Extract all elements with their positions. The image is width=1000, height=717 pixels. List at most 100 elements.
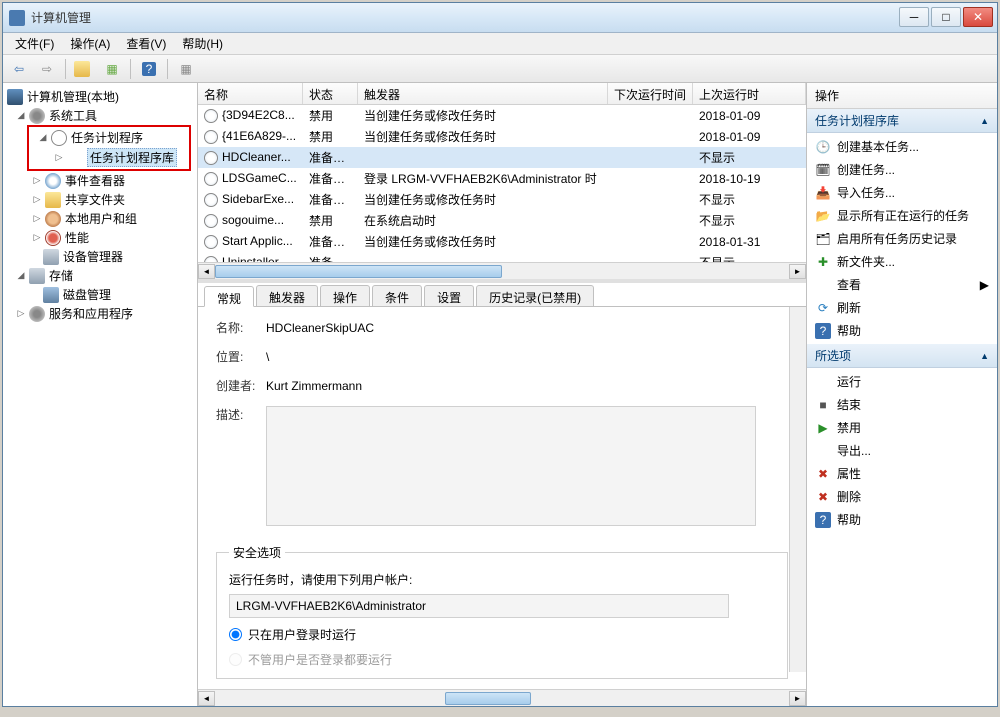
col-status[interactable]: 状态 — [303, 83, 358, 104]
expander-icon[interactable]: ▷ — [15, 308, 27, 320]
description-textarea[interactable] — [266, 406, 756, 526]
nav-back-button[interactable]: ⇦ — [7, 57, 31, 81]
clock-icon — [51, 130, 67, 146]
clock-icon: 🕒 — [815, 139, 831, 155]
action-help2[interactable]: ?帮助 — [807, 508, 997, 531]
value-location: \ — [266, 350, 788, 364]
tree-panel[interactable]: 计算机管理(本地) ◢ 系统工具 ◢ 任务计划程序 ▷ — [3, 83, 198, 706]
action-create-basic[interactable]: 🕒创建基本任务... — [807, 135, 997, 158]
scroll-right-button[interactable]: ► — [789, 691, 806, 706]
task-row[interactable]: HDCleaner...准备就绪不显示 — [198, 147, 806, 168]
radio-loggedon[interactable] — [229, 628, 242, 641]
titlebar[interactable]: 计算机管理 ─ □ ✕ — [3, 3, 997, 33]
menu-file[interactable]: 文件(F) — [7, 33, 62, 54]
scroll-track[interactable] — [215, 691, 789, 706]
menu-view[interactable]: 查看(V) — [118, 33, 174, 54]
actions-header: 操作 — [807, 83, 997, 109]
tree-performance[interactable]: ▷ 性能 — [3, 228, 197, 247]
tree-eventviewer[interactable]: ▷ 事件查看器 — [3, 171, 197, 190]
tree-devicemgr[interactable]: 设备管理器 — [3, 247, 197, 266]
menu-action[interactable]: 操作(A) — [62, 33, 118, 54]
hscrollbar[interactable]: ◄ ► — [198, 262, 806, 279]
scroll-right-button[interactable]: ► — [789, 264, 806, 279]
action-new-folder[interactable]: ✚新文件夹... — [807, 250, 997, 273]
scroll-thumb[interactable] — [445, 692, 531, 705]
action-view[interactable]: 查看▶ — [807, 273, 997, 296]
col-last-run[interactable]: 上次运行时 — [693, 83, 806, 104]
action-refresh[interactable]: ⟳刷新 — [807, 296, 997, 319]
tree-root[interactable]: 计算机管理(本地) — [3, 87, 197, 106]
task-row[interactable]: LDSGameC...准备就绪登录 LRGM-VVFHAEB2K6\Admini… — [198, 168, 806, 189]
toolbar: ⇦ ⇨ ▦ ? ▦ — [3, 55, 997, 83]
task-row[interactable]: {3D94E2C8...禁用当创建任务或修改任务时2018-01-09 — [198, 105, 806, 126]
action-help[interactable]: ?帮助 — [807, 319, 997, 342]
up-button[interactable] — [72, 57, 96, 81]
detail-vscrollbar[interactable] — [789, 307, 806, 672]
app-icon — [9, 10, 25, 26]
expander-icon[interactable]: ▷ — [53, 152, 65, 164]
action-disable[interactable]: ▶禁用 — [807, 416, 997, 439]
tree-services[interactable]: ▷ 服务和应用程序 — [3, 304, 197, 323]
scroll-left-button[interactable]: ◄ — [198, 691, 215, 706]
task-row[interactable]: {41E6A829-...禁用当创建任务或修改任务时2018-01-09 — [198, 126, 806, 147]
actions-section1-title[interactable]: 任务计划程序库 ▲ — [807, 109, 997, 133]
task-list-body[interactable]: {3D94E2C8...禁用当创建任务或修改任务时2018-01-09{41E6… — [198, 105, 806, 262]
maximize-button[interactable]: □ — [931, 7, 961, 27]
radio-loggedon-label: 只在用户登录时运行 — [248, 626, 356, 643]
expander-icon[interactable]: ▷ — [31, 175, 43, 187]
tab-conditions[interactable]: 条件 — [372, 285, 422, 306]
tab-history[interactable]: 历史记录(已禁用) — [476, 285, 594, 306]
detail-hscrollbar[interactable]: ◄ ► — [198, 689, 806, 706]
window-controls: ─ □ ✕ — [897, 7, 993, 29]
task-row[interactable]: SidebarExe...准备就绪当创建任务或修改任务时不显示 — [198, 189, 806, 210]
task-row[interactable]: Start Applic...准备就绪当创建任务或修改任务时2018-01-31 — [198, 231, 806, 252]
tree-systools[interactable]: ◢ 系统工具 — [3, 106, 197, 125]
tree-scheduler-lib[interactable]: ▷ 任务计划程序库 — [29, 147, 189, 168]
expander-icon[interactable]: ◢ — [37, 132, 49, 144]
task-row[interactable]: sogouime...禁用在系统启动时不显示 — [198, 210, 806, 231]
security-title: 安全选项 — [229, 544, 285, 561]
action-properties[interactable]: ✖属性 — [807, 462, 997, 485]
history-icon: 🗂 — [815, 231, 831, 247]
col-name[interactable]: 名称 — [198, 83, 303, 104]
menu-help[interactable]: 帮助(H) — [174, 33, 231, 54]
scroll-track[interactable] — [215, 264, 789, 279]
collapse-icon[interactable]: ▲ — [980, 116, 989, 126]
col-trigger[interactable]: 触发器 — [358, 83, 608, 104]
expander-icon[interactable]: ◢ — [15, 110, 27, 122]
action-show-running[interactable]: 📂显示所有正在运行的任务 — [807, 204, 997, 227]
tab-settings[interactable]: 设置 — [424, 285, 474, 306]
expander-icon[interactable]: ▷ — [31, 194, 43, 206]
action-delete[interactable]: ✖删除 — [807, 485, 997, 508]
tree-sharedfolders[interactable]: ▷ 共享文件夹 — [3, 190, 197, 209]
help-button[interactable]: ? — [137, 57, 161, 81]
action-enable-history[interactable]: 🗂启用所有任务历史记录 — [807, 227, 997, 250]
scroll-left-button[interactable]: ◄ — [198, 264, 215, 279]
tab-actions[interactable]: 操作 — [320, 285, 370, 306]
clock-icon — [204, 235, 218, 249]
action-export[interactable]: 导出... — [807, 439, 997, 462]
expander-icon[interactable]: ◢ — [15, 270, 27, 282]
nav-forward-button[interactable]: ⇨ — [35, 57, 59, 81]
close-button[interactable]: ✕ — [963, 7, 993, 27]
task-row[interactable]: Uninstaller_...准备就绪不显示 — [198, 252, 806, 262]
tree-localusers[interactable]: ▷ 本地用户和组 — [3, 209, 197, 228]
minimize-button[interactable]: ─ — [899, 7, 929, 27]
properties-button[interactable]: ▦ — [100, 57, 124, 81]
action-import[interactable]: 📥导入任务... — [807, 181, 997, 204]
scroll-thumb[interactable] — [215, 265, 502, 278]
action-run[interactable]: 运行 — [807, 370, 997, 393]
tab-triggers[interactable]: 触发器 — [256, 285, 318, 306]
tree-diskmgmt[interactable]: 磁盘管理 — [3, 285, 197, 304]
run-button[interactable]: ▦ — [174, 57, 198, 81]
action-create[interactable]: 🗓创建任务... — [807, 158, 997, 181]
tree-storage[interactable]: ◢ 存储 — [3, 266, 197, 285]
expander-icon[interactable]: ▷ — [31, 213, 43, 225]
tab-general[interactable]: 常规 — [204, 286, 254, 307]
col-next-run[interactable]: 下次运行时间 — [608, 83, 693, 104]
collapse-icon[interactable]: ▲ — [980, 351, 989, 361]
action-end[interactable]: ■结束 — [807, 393, 997, 416]
tree-scheduler[interactable]: ◢ 任务计划程序 — [29, 128, 189, 147]
expander-icon[interactable]: ▷ — [31, 232, 43, 244]
actions-section2-title[interactable]: 所选项 ▲ — [807, 344, 997, 368]
